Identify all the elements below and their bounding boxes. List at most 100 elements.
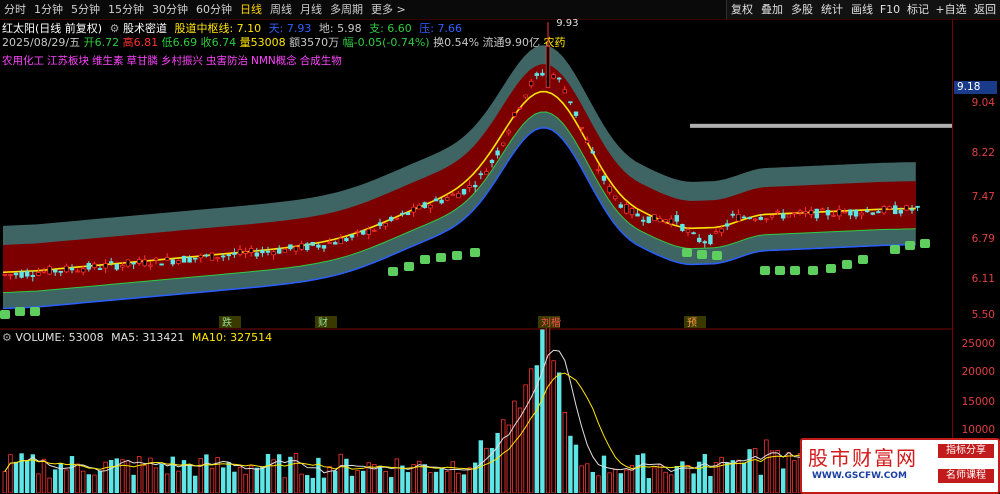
- candle: [299, 243, 304, 250]
- volume-ma10-line: [4, 372, 918, 472]
- candle: [209, 252, 215, 261]
- settings-icon[interactable]: ⚙: [2, 331, 12, 344]
- volume-bar: [641, 453, 646, 493]
- volume-bar: [8, 454, 13, 493]
- candle: [97, 268, 103, 270]
- logo-tag-indicators[interactable]: 指标分享: [938, 444, 994, 458]
- candle: [192, 257, 198, 260]
- toolbar-button-2[interactable]: 多股: [786, 0, 817, 19]
- candle: [120, 265, 125, 268]
- timeframe-tab-8[interactable]: 月线: [296, 0, 326, 19]
- volume-bar: [198, 458, 203, 493]
- volume-ma10: MA10: 327514: [191, 331, 273, 344]
- candle: [136, 259, 142, 264]
- buy-signal-marker: [826, 264, 836, 273]
- toolbar-button-4[interactable]: 画线: [846, 0, 877, 19]
- volume-bar: [568, 435, 573, 493]
- candle: [416, 204, 422, 210]
- volume-bar: [159, 463, 164, 493]
- volume-bar: [2, 471, 7, 493]
- toolbar-button-0[interactable]: 复权: [726, 0, 757, 19]
- candle: [837, 208, 842, 217]
- timeframe-tab-1[interactable]: 1分钟: [30, 0, 67, 19]
- volume-bar: [624, 469, 629, 493]
- candle: [663, 219, 668, 223]
- volume-bar: [248, 465, 254, 493]
- buy-signal-marker: [775, 266, 785, 275]
- candle: [753, 218, 758, 221]
- buy-signal-marker: [452, 251, 462, 260]
- candle: [881, 206, 887, 214]
- candle: [831, 214, 836, 217]
- timeframe-tab-5[interactable]: 60分钟: [192, 0, 236, 19]
- volume-bar: [674, 465, 679, 493]
- logo-tag-courses[interactable]: 名师课程: [938, 469, 994, 483]
- candle: [304, 243, 310, 251]
- candle: [125, 259, 131, 267]
- volume-bar: [338, 453, 343, 493]
- timeframe-tab-6[interactable]: 日线: [236, 0, 266, 19]
- volume-bar: [741, 462, 747, 493]
- volume-bar: [422, 464, 427, 493]
- candle: [170, 259, 175, 265]
- volume-bar: [456, 472, 461, 493]
- toolbar-button-3[interactable]: 统计: [816, 0, 847, 19]
- buy-signal-marker: [15, 307, 25, 316]
- volume-bar: [433, 471, 439, 493]
- volume-bar: [529, 368, 534, 493]
- candle: [500, 142, 506, 146]
- candle: [859, 212, 864, 216]
- timeframe-tab-7[interactable]: 周线: [266, 0, 296, 19]
- candle: [13, 272, 19, 276]
- candle: [58, 270, 63, 273]
- timeframe-tab-9[interactable]: 多周期: [326, 0, 367, 19]
- candle: [635, 213, 640, 217]
- candle: [601, 175, 607, 181]
- volume-bar: [439, 468, 444, 493]
- timeframe-tab-3[interactable]: 15分钟: [104, 0, 148, 19]
- candle: [708, 234, 713, 245]
- candle: [557, 77, 562, 80]
- toolbar-button-8[interactable]: 返回: [968, 0, 1000, 19]
- timeframe-tab-0[interactable]: 分时: [0, 0, 30, 19]
- buy-signal-marker: [436, 253, 446, 262]
- volume-bar: [652, 467, 657, 493]
- candle: [349, 234, 355, 238]
- buy-signal-marker: [808, 266, 818, 275]
- toolbar-button-1[interactable]: 叠加: [756, 0, 787, 19]
- candle: [332, 242, 338, 245]
- kline-chart[interactable]: 9.93 跌 财 刘楷 预: [0, 19, 952, 493]
- candle: [669, 218, 674, 225]
- volume-bar: [36, 473, 41, 493]
- candle: [781, 213, 786, 219]
- volume-bar: [316, 457, 321, 493]
- candle: [248, 248, 254, 253]
- volume-bar: [764, 439, 769, 493]
- toolbar-button-6[interactable]: 标记: [902, 0, 933, 19]
- candle: [713, 231, 719, 234]
- candle: [495, 150, 500, 156]
- candle: [624, 204, 629, 214]
- volume-value: VOLUME: 53008: [15, 331, 104, 344]
- volume-bar: [304, 475, 310, 493]
- candle: [444, 197, 450, 201]
- candle: [747, 217, 752, 220]
- candle: [909, 208, 915, 211]
- candle: [865, 210, 870, 213]
- volume-bar: [355, 470, 360, 493]
- toolbar-button-7[interactable]: +自选: [932, 0, 969, 19]
- candle: [400, 212, 405, 215]
- toolbar-button-5[interactable]: F10: [876, 0, 903, 19]
- timeframe-tab-4[interactable]: 30分钟: [148, 0, 192, 19]
- candle: [590, 151, 595, 154]
- candle: [204, 254, 209, 257]
- timeframe-tab-10[interactable]: 更多 >: [367, 0, 410, 19]
- volume-bar: [725, 462, 730, 493]
- timeframe-tab-2[interactable]: 5分钟: [67, 0, 104, 19]
- candle: [30, 275, 35, 277]
- candle: [226, 254, 231, 257]
- buy-signal-marker: [858, 255, 868, 264]
- volume-bar: [523, 384, 528, 493]
- candle: [461, 188, 467, 195]
- candle: [288, 244, 293, 250]
